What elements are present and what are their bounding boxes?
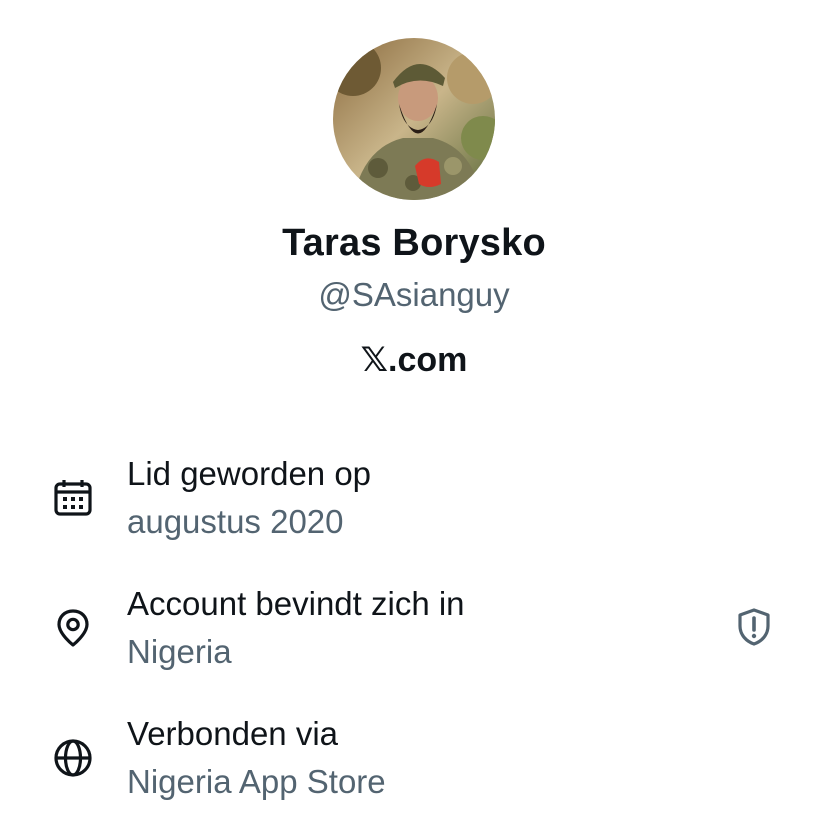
shield-alert-icon[interactable] xyxy=(734,607,774,647)
detail-row-joined: Lid geworden op augustus 2020 xyxy=(0,455,828,565)
detail-label: Account bevindt zich in xyxy=(127,585,465,622)
detail-value: augustus 2020 xyxy=(127,503,344,540)
calendar-icon xyxy=(52,477,94,519)
detail-value: Nigeria App Store xyxy=(127,763,386,800)
profile-handle: @SAsianguy xyxy=(318,276,510,313)
avatar[interactable] xyxy=(333,38,495,200)
globe-icon xyxy=(52,737,94,779)
profile-about-page: Taras Borysko @SAsianguy 𝕏.com Lid gewor… xyxy=(0,0,828,832)
detail-label: Lid geworden op xyxy=(127,455,372,492)
profile-name: Taras Borysko xyxy=(282,222,546,264)
platform-domain: 𝕏.com xyxy=(360,341,468,379)
detail-value: Nigeria xyxy=(127,633,232,670)
detail-label: Verbonden via xyxy=(127,715,339,752)
detail-row-connected-via: Verbonden via Nigeria App Store xyxy=(0,715,828,825)
location-pin-icon xyxy=(52,607,94,649)
detail-row-location: Account bevindt zich in Nigeria xyxy=(0,585,828,695)
